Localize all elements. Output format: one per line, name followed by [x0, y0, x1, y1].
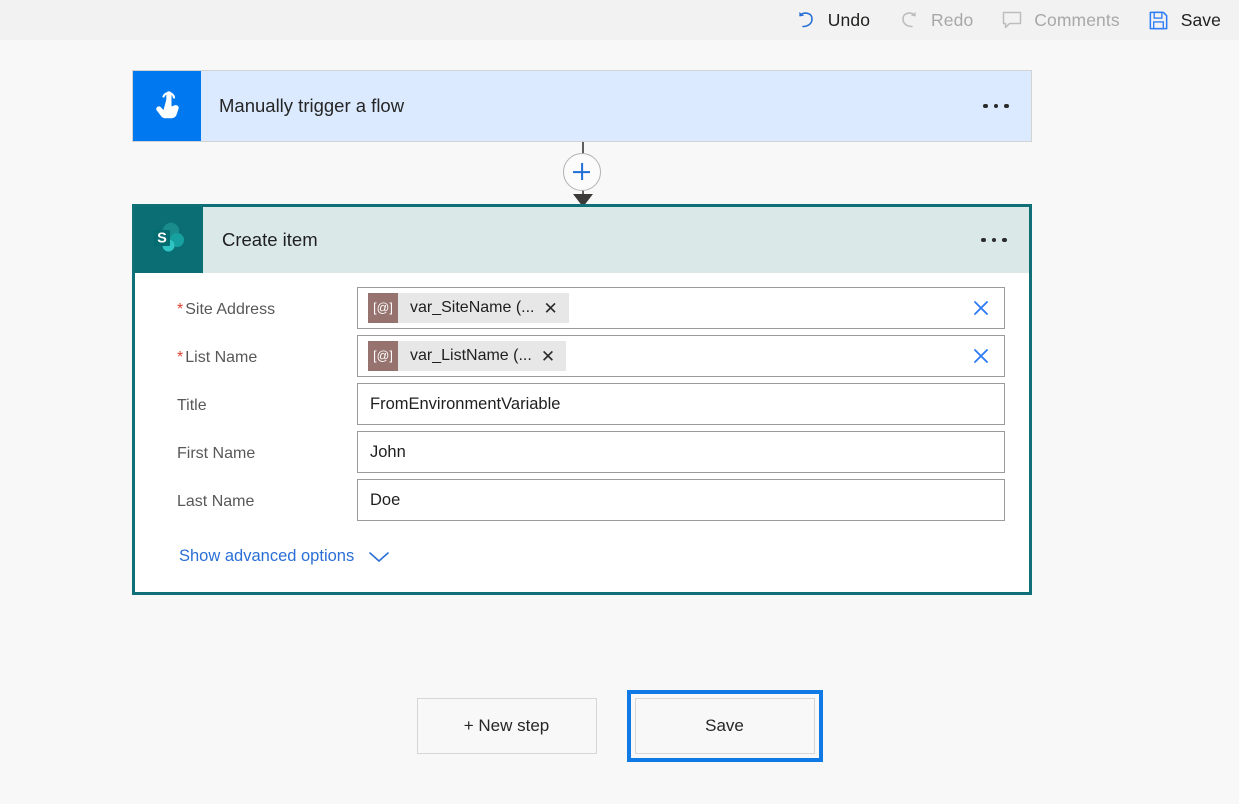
- label-text: Site Address: [185, 301, 275, 318]
- command-toolbar: Undo Redo Comments Save: [0, 0, 1239, 40]
- undo-icon: [793, 7, 819, 33]
- field-row-site-address: *Site Address [@] var_SiteName (... ✕: [157, 287, 1005, 329]
- save-button[interactable]: Save: [635, 698, 815, 754]
- token-input-list-name[interactable]: [@] var_ListName (... ✕: [357, 335, 1005, 377]
- label-text: List Name: [185, 349, 257, 366]
- undo-label: Undo: [828, 10, 870, 31]
- token-label: var_SiteName (...: [398, 299, 543, 317]
- input-title[interactable]: [357, 383, 1005, 425]
- token-input-site-address[interactable]: [@] var_SiteName (... ✕: [357, 287, 1005, 329]
- label-title: Title: [157, 383, 357, 415]
- comments-label: Comments: [1034, 10, 1119, 31]
- dot: [1002, 238, 1007, 243]
- flow-connector: [582, 142, 584, 206]
- action-more-options-button[interactable]: [959, 207, 1029, 273]
- variable-badge-icon: [@]: [368, 293, 398, 323]
- token-label: var_ListName (...: [398, 347, 541, 365]
- redo-icon: [896, 7, 922, 33]
- trigger-icon-container: [133, 71, 201, 141]
- field-row-list-name: *List Name [@] var_ListName (... ✕: [157, 335, 1005, 377]
- label-list-name: *List Name: [157, 335, 357, 367]
- field-row-title: Title: [157, 383, 1005, 425]
- label-first-name: First Name: [157, 431, 357, 463]
- action-card-create-item[interactable]: S Create item *Site Address: [132, 204, 1032, 595]
- dot: [994, 104, 999, 109]
- label-last-name: Last Name: [157, 479, 357, 511]
- token-chip-list-name[interactable]: [@] var_ListName (... ✕: [368, 341, 566, 371]
- action-icon-container: S: [135, 207, 203, 273]
- input-last-name[interactable]: [357, 479, 1005, 521]
- comments-button[interactable]: Comments: [999, 0, 1119, 40]
- save-toolbar-label: Save: [1181, 10, 1221, 31]
- field-row-first-name: First Name: [157, 431, 1005, 473]
- dot: [992, 238, 997, 243]
- label-site-address: *Site Address: [157, 287, 357, 319]
- token-remove-icon[interactable]: ✕: [541, 348, 566, 365]
- save-button-focus-ring: Save: [627, 690, 823, 762]
- show-advanced-options-label: Show advanced options: [179, 547, 354, 566]
- show-advanced-options-button[interactable]: Show advanced options: [157, 527, 390, 592]
- dot: [1004, 104, 1009, 109]
- label-text: Last Name: [177, 493, 254, 510]
- dot: [983, 104, 988, 109]
- chevron-down-icon: [368, 550, 390, 564]
- token-chip-site-name[interactable]: [@] var_SiteName (... ✕: [368, 293, 569, 323]
- field-row-last-name: Last Name: [157, 479, 1005, 521]
- new-step-button[interactable]: + New step: [417, 698, 597, 754]
- redo-button[interactable]: Redo: [896, 0, 973, 40]
- redo-label: Redo: [931, 10, 973, 31]
- control-site-address: [@] var_SiteName (... ✕: [357, 287, 1005, 329]
- bottom-action-bar: + New step Save: [0, 690, 1239, 762]
- label-text: First Name: [177, 445, 255, 462]
- dot: [981, 238, 986, 243]
- action-form: *Site Address [@] var_SiteName (... ✕: [135, 273, 1029, 592]
- required-asterisk: *: [177, 301, 183, 318]
- comment-icon: [999, 7, 1025, 33]
- flow-canvas: Manually trigger a flow S: [0, 40, 1239, 804]
- undo-button[interactable]: Undo: [793, 0, 870, 40]
- action-title: Create item: [203, 207, 959, 273]
- save-toolbar-button[interactable]: Save: [1146, 0, 1221, 40]
- save-disk-icon: [1146, 7, 1172, 33]
- trigger-more-options-button[interactable]: [961, 71, 1031, 141]
- clear-field-icon-site-address[interactable]: [968, 295, 994, 321]
- clear-field-icon-list-name[interactable]: [968, 343, 994, 369]
- action-card-header: S Create item: [135, 207, 1029, 273]
- required-asterisk: *: [177, 349, 183, 366]
- trigger-title: Manually trigger a flow: [201, 71, 961, 141]
- svg-text:S: S: [157, 230, 167, 246]
- control-last-name: [357, 479, 1005, 521]
- sharepoint-icon: S: [149, 218, 189, 263]
- label-text: Title: [177, 397, 207, 414]
- variable-badge-icon: [@]: [368, 341, 398, 371]
- token-remove-icon[interactable]: ✕: [543, 300, 568, 317]
- control-first-name: [357, 431, 1005, 473]
- control-title: [357, 383, 1005, 425]
- control-list-name: [@] var_ListName (... ✕: [357, 335, 1005, 377]
- add-step-button[interactable]: [563, 153, 601, 191]
- trigger-card[interactable]: Manually trigger a flow: [132, 70, 1032, 142]
- tap-hand-icon: [150, 86, 184, 127]
- input-first-name[interactable]: [357, 431, 1005, 473]
